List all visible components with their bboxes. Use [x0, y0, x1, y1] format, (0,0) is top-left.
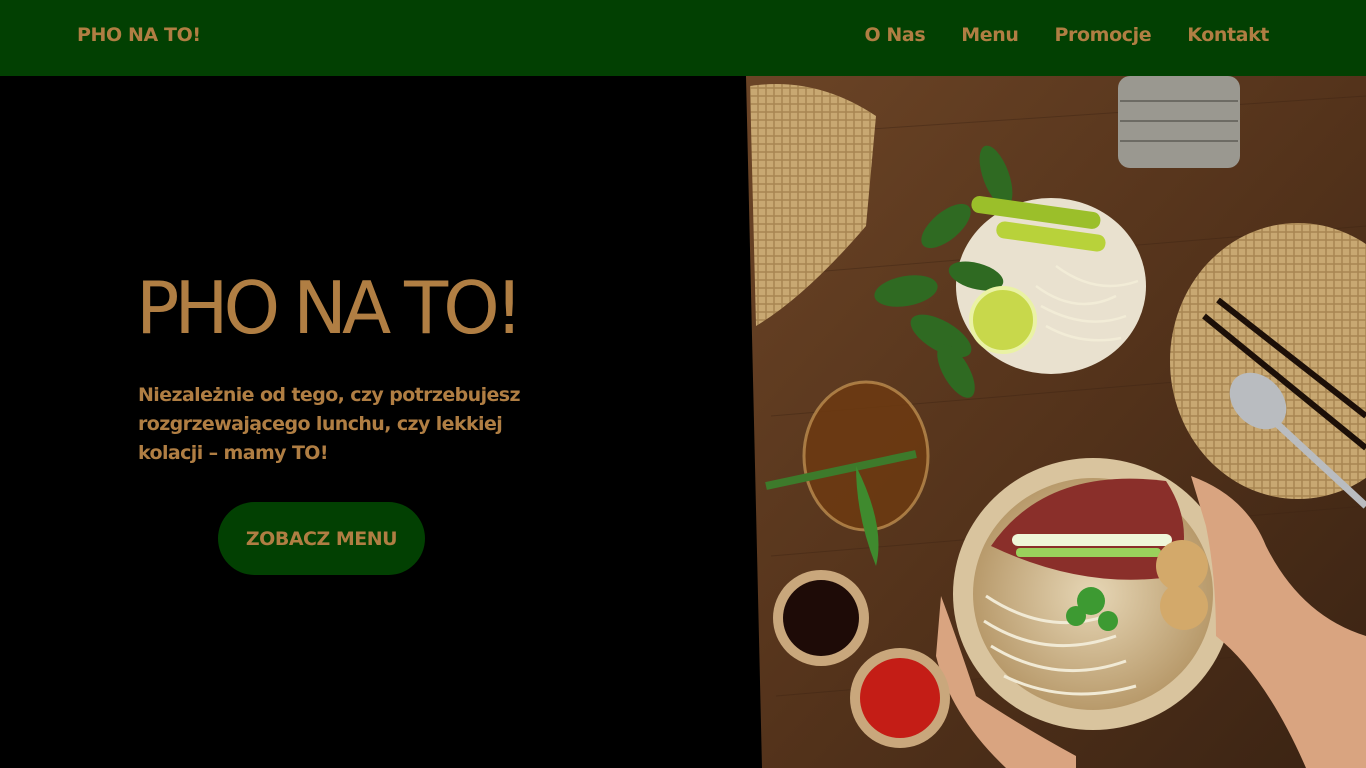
nav-link-kontakt[interactable]: Kontakt — [1187, 24, 1269, 46]
brand-logo[interactable]: PHO NA TO! — [77, 24, 201, 46]
hero-title: PHO NA TO! — [136, 266, 524, 350]
top-navigation-bar: PHO NA TO! O Nas Menu Promocje Kontakt — [0, 0, 1366, 76]
hero-description: Niezależnie od tego, czy potrzebujesz ro… — [138, 384, 521, 464]
main-nav: O Nas Menu Promocje Kontakt — [864, 24, 1269, 46]
see-menu-button[interactable]: ZOBACZ MENU — [218, 502, 425, 575]
nav-link-promocje[interactable]: Promocje — [1055, 24, 1152, 46]
pho-bowl-table-illustration — [746, 76, 1366, 768]
nav-link-o-nas[interactable]: O Nas — [864, 24, 925, 46]
hero-food-photo — [746, 76, 1366, 768]
nav-link-menu[interactable]: Menu — [961, 24, 1019, 46]
